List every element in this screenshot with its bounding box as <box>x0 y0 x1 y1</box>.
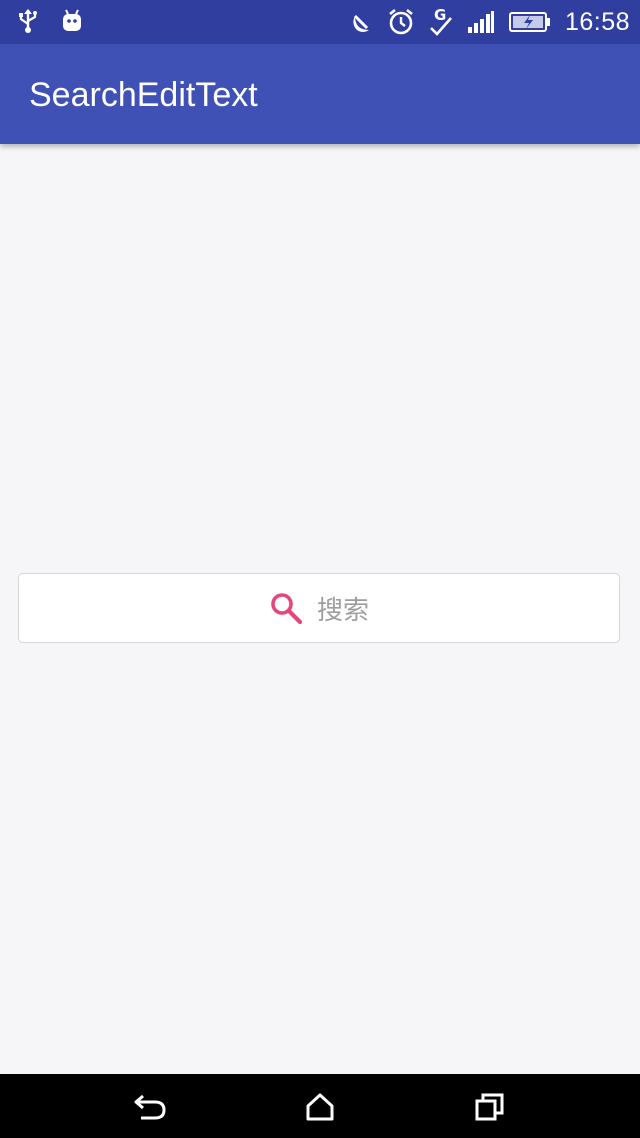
status-right-icons: G 16:58 <box>351 6 630 38</box>
home-button[interactable] <box>303 1090 337 1124</box>
back-icon <box>133 1092 167 1122</box>
g-network-check-icon: G <box>429 6 453 38</box>
usb-icon <box>18 8 38 34</box>
home-icon <box>304 1092 336 1122</box>
signal-bars-icon <box>467 10 495 34</box>
battery-charging-icon <box>508 10 551 34</box>
svg-text:G: G <box>434 6 446 24</box>
app-bar: SearchEditText <box>0 44 640 144</box>
status-time: 16:58 <box>564 7 630 36</box>
status-bar: G 16:58 <box>0 0 640 44</box>
back-button[interactable] <box>133 1090 167 1124</box>
recent-apps-icon <box>474 1092 506 1122</box>
search-icon <box>269 591 303 625</box>
search-input[interactable]: 搜索 <box>18 573 620 643</box>
search-input-content: 搜索 <box>19 574 619 642</box>
app-title: SearchEditText <box>29 76 258 114</box>
recent-apps-button[interactable] <box>473 1090 507 1124</box>
android-debug-icon <box>60 8 84 34</box>
do-not-disturb-moon-icon <box>351 10 373 34</box>
alarm-clock-icon <box>387 7 415 37</box>
navigation-bar <box>0 1074 640 1138</box>
search-placeholder: 搜索 <box>316 595 369 626</box>
status-left-icons <box>18 8 84 34</box>
